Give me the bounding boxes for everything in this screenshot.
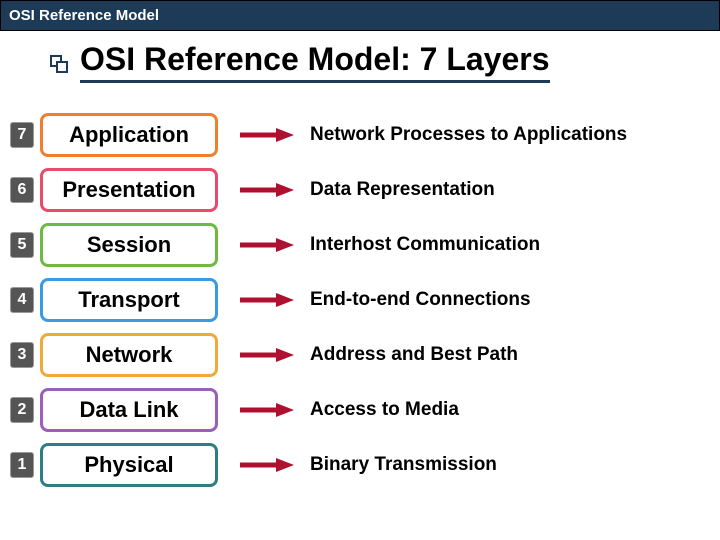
layer-name: Session	[87, 232, 171, 258]
layer-row: 4 Transport End-to-end Connections	[10, 272, 710, 327]
layer-row: 2 Data Link Access to Media	[10, 382, 710, 437]
layer-number: 4	[10, 287, 34, 313]
page-header: OSI Reference Model	[0, 0, 720, 31]
layer-name-box: Physical	[40, 443, 218, 487]
layer-number: 5	[10, 232, 34, 258]
arrow-icon	[238, 291, 298, 309]
bullet-icon	[50, 55, 70, 69]
layer-name-box: Data Link	[40, 388, 218, 432]
layer-row: 7 Application Network Processes to Appli…	[10, 107, 710, 162]
layer-name: Data Link	[79, 397, 178, 423]
layer-row: 3 Network Address and Best Path	[10, 327, 710, 382]
layer-row: 1 Physical Binary Transmission	[10, 437, 710, 492]
layer-desc: Network Processes to Applications	[310, 124, 627, 146]
layer-number: 3	[10, 342, 34, 368]
layer-name: Transport	[78, 287, 179, 313]
layer-name-box: Application	[40, 113, 218, 157]
layer-name-box: Transport	[40, 278, 218, 322]
arrow-icon	[238, 346, 298, 364]
layer-row: 6 Presentation Data Representation	[10, 162, 710, 217]
layer-name-box: Presentation	[40, 168, 218, 212]
layer-desc: Data Representation	[310, 179, 495, 201]
layer-number: 2	[10, 397, 34, 423]
layer-number: 6	[10, 177, 34, 203]
arrow-icon	[238, 181, 298, 199]
layer-desc: Interhost Communication	[310, 234, 540, 256]
layer-name-box: Session	[40, 223, 218, 267]
layer-number: 1	[10, 452, 34, 478]
arrow-icon	[238, 236, 298, 254]
arrow-icon	[238, 401, 298, 419]
layer-name: Network	[86, 342, 173, 368]
layer-name-box: Network	[40, 333, 218, 377]
arrow-icon	[238, 126, 298, 144]
layer-name: Application	[69, 122, 189, 148]
header-title: OSI Reference Model	[9, 7, 159, 24]
layer-desc: Address and Best Path	[310, 344, 518, 366]
layer-name: Physical	[84, 452, 173, 478]
layer-desc: Access to Media	[310, 399, 459, 421]
layers-container: 7 Application Network Processes to Appli…	[0, 89, 720, 492]
arrow-icon	[238, 456, 298, 474]
layer-desc: Binary Transmission	[310, 454, 497, 476]
title-row: OSI Reference Model: 7 Layers	[0, 31, 720, 89]
layer-desc: End-to-end Connections	[310, 289, 531, 311]
layer-row: 5 Session Interhost Communication	[10, 217, 710, 272]
layer-number: 7	[10, 122, 34, 148]
layer-name: Presentation	[62, 177, 195, 203]
page-title: OSI Reference Model: 7 Layers	[80, 41, 550, 83]
